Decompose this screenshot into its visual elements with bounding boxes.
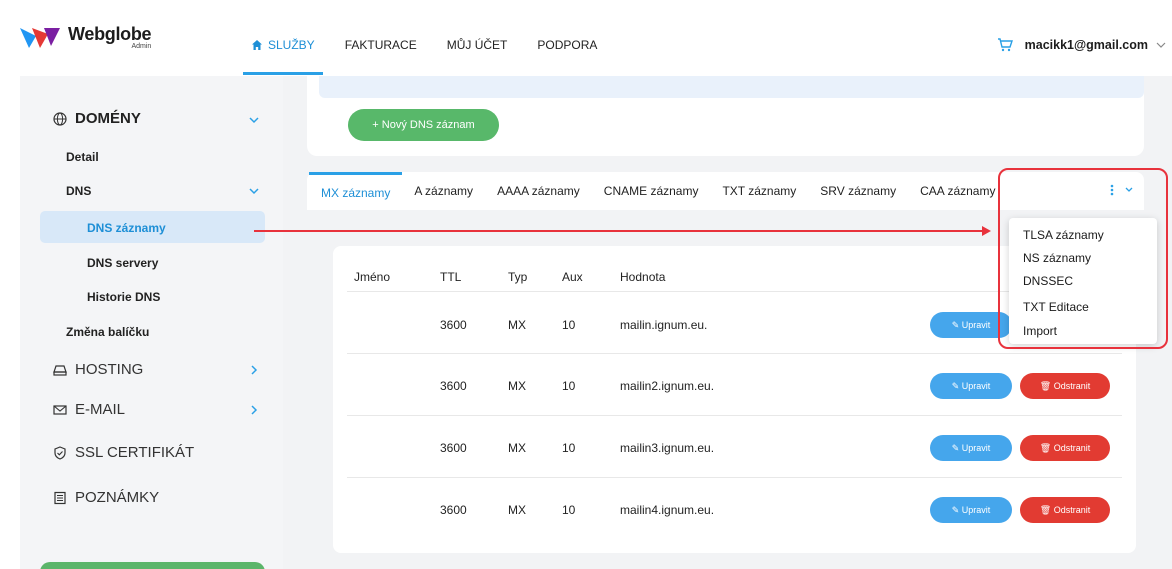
chevron-right-icon	[251, 405, 258, 415]
sidebar-item-dns[interactable]: DNS	[20, 184, 283, 198]
col-typ: Typ	[508, 270, 528, 284]
delete-button[interactable]: 🗑 Odstranit	[1020, 373, 1110, 399]
chevron-down-icon	[249, 117, 259, 124]
logo[interactable]: Webglobe Admin	[18, 24, 152, 52]
brand-name: Webglobe	[68, 24, 152, 44]
edit-label: Upravit	[961, 505, 991, 515]
tab-txt[interactable]: TXT záznamy	[710, 172, 808, 210]
globe-icon	[53, 111, 67, 126]
delete-button[interactable]: 🗑 Odstranit	[1020, 497, 1110, 523]
edit-button[interactable]: ✎ Upravit	[930, 373, 1012, 399]
sidebar-item-email[interactable]: E-MAIL	[20, 401, 283, 418]
tab-caa[interactable]: CAA záznamy	[908, 172, 1007, 210]
cell-hodnota: mailin4.ignum.eu.	[620, 503, 715, 517]
top-bar: Webglobe Admin SLUŽBY FAKTURACE MŮJ ÚČET…	[0, 0, 1172, 76]
chevron-right-icon	[251, 365, 258, 375]
nav-sluzby-label: SLUŽBY	[268, 38, 315, 52]
col-aux: Aux	[562, 270, 583, 284]
sidebar-hosting-label: HOSTING	[75, 361, 144, 378]
annotation-arrow	[254, 230, 989, 232]
sidebar-item-poznamky[interactable]: POZNÁMKY	[20, 489, 283, 506]
cell-hodnota: mailin.ignum.eu.	[620, 318, 708, 332]
edit-label: Upravit	[961, 381, 991, 391]
sidebar-item-ssl[interactable]: SSL CERTIFIKÁT	[20, 444, 283, 461]
delete-label: Odstranit	[1053, 505, 1091, 515]
row-separator	[347, 477, 1122, 478]
col-hodnota: Hodnota	[620, 270, 666, 284]
sidebar-email-label: E-MAIL	[75, 401, 126, 418]
col-jmeno: Jméno	[354, 270, 391, 284]
edit-label: Upravit	[961, 320, 991, 330]
cell-aux: 10	[562, 503, 576, 517]
notes-icon	[54, 491, 66, 504]
sidebar-item-hosting[interactable]: HOSTING	[20, 361, 283, 378]
cell-aux: 10	[562, 379, 576, 393]
sidebar-green-button[interactable]	[40, 562, 265, 569]
sidebar-item-detail[interactable]: Detail	[20, 150, 283, 164]
tab-cname[interactable]: CNAME záznamy	[592, 172, 711, 210]
sidebar-item-domeny[interactable]: DOMÉNY	[20, 110, 283, 127]
chevron-down-icon	[249, 188, 259, 195]
delete-label: Odstranit	[1053, 443, 1091, 453]
cell-aux: 10	[562, 441, 576, 455]
envelope-icon	[53, 404, 67, 415]
delete-button[interactable]: 🗑 Odstranit	[1020, 435, 1110, 461]
hosting-icon	[53, 364, 67, 376]
nav-podpora[interactable]: PODPORA	[537, 38, 597, 52]
webglobe-logo-icon	[20, 28, 60, 48]
main-nav: SLUŽBY FAKTURACE MŮJ ÚČET PODPORA	[251, 38, 627, 52]
cell-typ: MX	[508, 441, 526, 455]
row-separator	[347, 353, 1122, 354]
sidebar-dns-label: DNS	[66, 184, 92, 198]
annotation-arrow-head	[982, 226, 991, 236]
cell-ttl: 3600	[440, 441, 467, 455]
col-ttl: TTL	[440, 270, 462, 284]
nav-sluzby[interactable]: SLUŽBY	[251, 38, 315, 52]
sidebar-item-historie-dns[interactable]: Historie DNS	[20, 290, 283, 304]
delete-label: Odstranit	[1053, 381, 1091, 391]
cell-ttl: 3600	[440, 503, 467, 517]
cell-hodnota: mailin3.ignum.eu.	[620, 441, 715, 455]
nav-active-underline	[243, 72, 323, 75]
user-menu[interactable]: macikk1@gmail.com	[997, 38, 1166, 52]
sidebar: DOMÉNY Detail DNS DNS záznamy DNS server…	[20, 76, 283, 569]
edit-label: Upravit	[961, 443, 991, 453]
user-email: macikk1@gmail.com	[1024, 38, 1148, 52]
cell-hodnota: mailin2.ignum.eu.	[620, 379, 715, 393]
cell-ttl: 3600	[440, 379, 467, 393]
cell-typ: MX	[508, 379, 526, 393]
sidebar-item-dns-zaznamy[interactable]: DNS záznamy	[20, 221, 283, 235]
sidebar-item-zmena-balicku[interactable]: Změna balíčku	[20, 325, 283, 339]
new-dns-record-button[interactable]: + Nový DNS záznam	[348, 109, 499, 141]
edit-button[interactable]: ✎ Upravit	[930, 497, 1012, 523]
nav-muj-ucet[interactable]: MŮJ ÚČET	[447, 38, 508, 52]
cart-icon[interactable]	[997, 38, 1013, 52]
brand-sub: Admin	[131, 43, 152, 50]
sidebar-domeny-label: DOMÉNY	[75, 110, 141, 127]
tab-aaaa[interactable]: AAAA záznamy	[485, 172, 592, 210]
house-icon	[252, 40, 262, 50]
sidebar-ssl-label: SSL CERTIFIKÁT	[75, 444, 195, 461]
row-separator	[347, 415, 1122, 416]
cell-ttl: 3600	[440, 318, 467, 332]
annotation-highlight-box	[998, 168, 1168, 349]
nav-fakturace[interactable]: FAKTURACE	[345, 38, 417, 52]
chevron-down-icon	[1156, 42, 1166, 48]
edit-button[interactable]: ✎ Upravit	[930, 435, 1012, 461]
tab-mx[interactable]: MX záznamy	[309, 172, 403, 210]
info-bar	[319, 76, 1144, 98]
tab-srv[interactable]: SRV záznamy	[808, 172, 908, 210]
cell-aux: 10	[562, 318, 576, 332]
sidebar-poznamky-label: POZNÁMKY	[75, 489, 160, 506]
tab-a[interactable]: A záznamy	[402, 172, 485, 210]
cell-typ: MX	[508, 318, 526, 332]
shield-icon	[54, 445, 66, 460]
sidebar-item-dns-servery[interactable]: DNS servery	[20, 256, 283, 270]
cell-typ: MX	[508, 503, 526, 517]
